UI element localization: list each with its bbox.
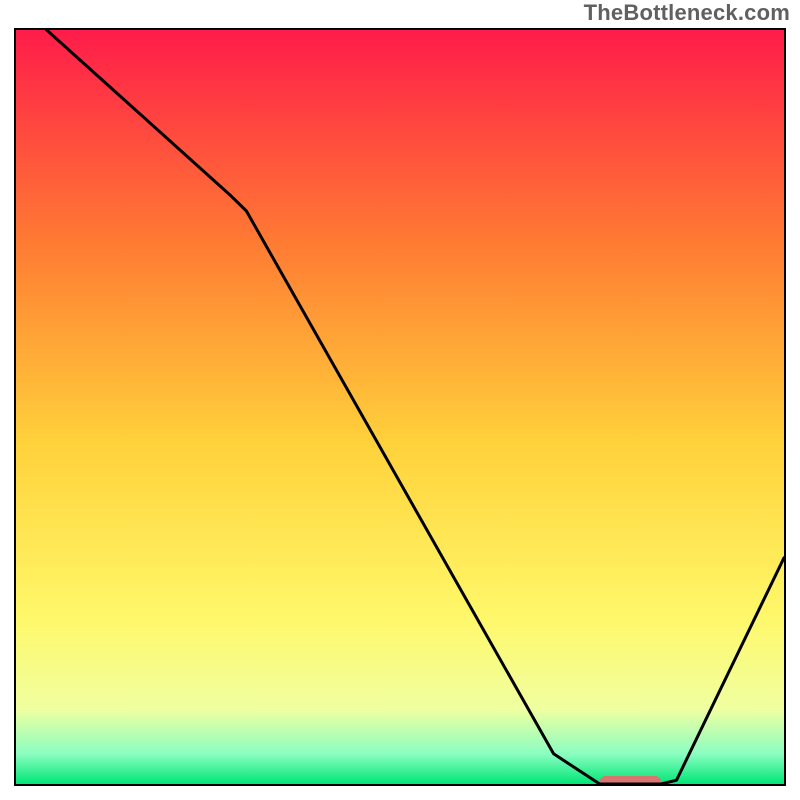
chart-frame: TheBottleneck.com bbox=[0, 0, 800, 800]
watermark-text: TheBottleneck.com bbox=[584, 0, 790, 26]
chart-svg bbox=[16, 30, 784, 784]
background-gradient bbox=[16, 30, 784, 784]
plot-area bbox=[14, 28, 786, 786]
